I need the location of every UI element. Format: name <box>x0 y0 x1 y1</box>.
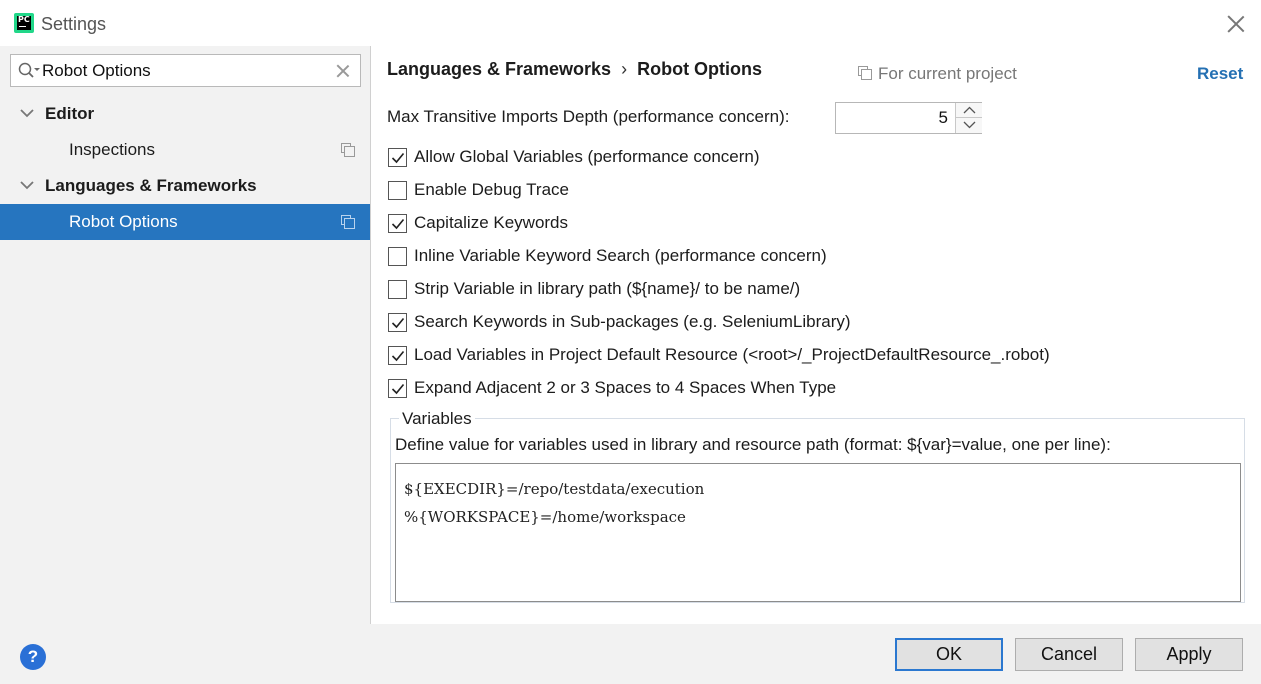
reset-link[interactable]: Reset <box>1197 64 1243 84</box>
tree-item-robot-options[interactable]: Robot Options <box>0 204 370 240</box>
tree-item-label: Languages & Frameworks <box>45 176 257 195</box>
checkmark-icon <box>391 350 405 362</box>
variable-line: ${EXECDIR}=/repo/testdata/execution <box>404 480 705 498</box>
checkbox-checked[interactable] <box>388 379 407 398</box>
tree-item-label: Robot Options <box>69 212 178 231</box>
settings-content: Languages & Frameworks › Robot Options For… <box>372 46 1261 624</box>
clear-search-icon[interactable] <box>336 64 350 78</box>
settings-search[interactable] <box>10 54 361 87</box>
tree-item-inspections[interactable]: Inspections <box>0 132 370 168</box>
chevron-up-icon <box>963 106 976 114</box>
chevron-down-icon <box>963 121 976 129</box>
ok-button[interactable]: OK <box>895 638 1003 671</box>
title-bar: PC Settings <box>0 0 1261 46</box>
breadcrumb-item[interactable]: Languages & Frameworks <box>387 59 611 79</box>
apply-button[interactable]: Apply <box>1135 638 1243 671</box>
cancel-button[interactable]: Cancel <box>1015 638 1123 671</box>
breadcrumb-separator: › <box>621 59 628 79</box>
breadcrumb-item: Robot Options <box>637 59 763 79</box>
window-title: Settings <box>41 14 107 34</box>
help-button[interactable]: ? <box>20 644 46 670</box>
chevron-down-icon[interactable] <box>20 108 34 118</box>
project-scope-hint: For current project <box>858 64 1017 84</box>
project-scope-icon <box>858 66 872 80</box>
tree-item-label: Inspections <box>69 140 155 159</box>
checkbox-checked[interactable] <box>388 346 407 365</box>
tree-item-label: Editor <box>45 104 95 123</box>
max-depth-label: Max Transitive Imports Depth (performanc… <box>387 107 790 126</box>
search-input[interactable] <box>42 56 332 85</box>
dialog-footer: ? OK Cancel Apply <box>0 624 1261 684</box>
checkbox-unchecked[interactable] <box>388 247 407 266</box>
search-icon <box>18 62 40 78</box>
project-scope-icon <box>341 215 355 229</box>
spinner-up-button[interactable] <box>955 103 982 118</box>
checkbox-checked[interactable] <box>388 214 407 233</box>
settings-sidebar: Editor Inspections Languages & Framework… <box>0 46 371 624</box>
tree-item-languages-frameworks[interactable]: Languages & Frameworks <box>0 168 370 204</box>
checkbox-unchecked[interactable] <box>388 280 407 299</box>
option-label: Capitalize Keywords <box>414 213 569 232</box>
option-label: Allow Global Variables (performance conc… <box>414 147 760 166</box>
variables-description: Define value for variables used in libra… <box>395 435 1111 454</box>
checkbox-checked[interactable] <box>388 148 407 167</box>
breadcrumb: Languages & Frameworks › Robot Options <box>387 59 762 80</box>
option-label: Inline Variable Keyword Search (performa… <box>414 246 827 265</box>
pycharm-icon: PC <box>14 13 34 33</box>
option-label: Search Keywords in Sub-packages (e.g. Se… <box>414 312 851 331</box>
option-label: Enable Debug Trace <box>414 180 569 199</box>
spinner-down-button[interactable] <box>955 118 982 133</box>
option-label: Expand Adjacent 2 or 3 Spaces to 4 Space… <box>414 378 837 397</box>
variables-textarea[interactable]: ${EXECDIR}=/repo/testdata/execution %{WO… <box>395 463 1241 602</box>
variables-legend: Variables <box>399 409 475 429</box>
max-depth-spinner[interactable] <box>835 102 982 134</box>
scope-label: For current project <box>878 64 1017 83</box>
option-label: Strip Variable in library path (${name}/… <box>414 279 801 298</box>
checkbox-checked[interactable] <box>388 313 407 332</box>
variables-group: Variables Define value for variables use… <box>390 409 1245 603</box>
max-depth-input[interactable] <box>838 105 948 131</box>
checkmark-icon <box>391 218 405 230</box>
option-label: Load Variables in Project Default Resour… <box>414 345 1050 364</box>
chevron-down-icon[interactable] <box>20 180 34 190</box>
variable-line: %{WORKSPACE}=/home/workspace <box>404 508 686 526</box>
checkbox-unchecked[interactable] <box>388 181 407 200</box>
tree-item-editor[interactable]: Editor <box>0 96 370 132</box>
checkmark-icon <box>391 383 405 395</box>
checkmark-icon <box>391 152 405 164</box>
close-icon[interactable] <box>1224 12 1248 36</box>
project-scope-icon <box>341 143 355 157</box>
checkmark-icon <box>391 317 405 329</box>
